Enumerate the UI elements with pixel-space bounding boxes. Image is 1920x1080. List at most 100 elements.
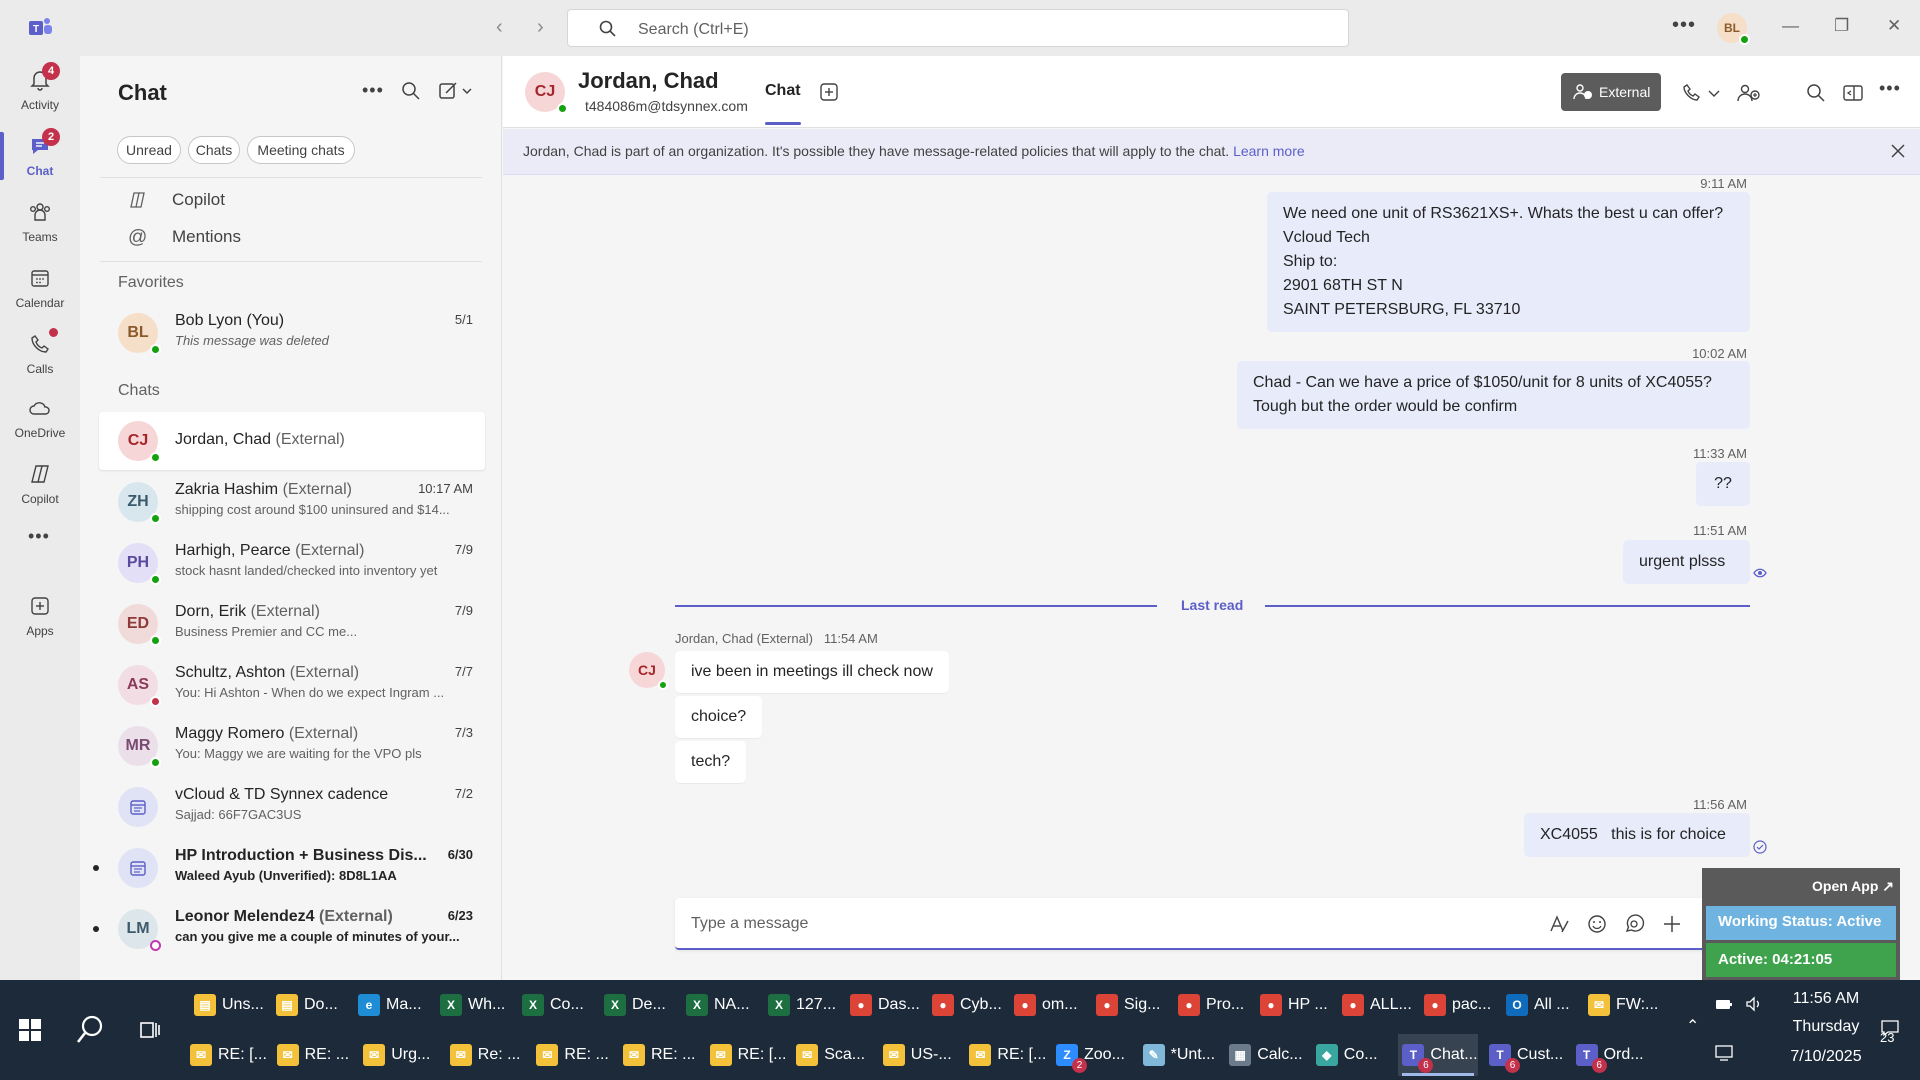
emoji-icon[interactable] — [1586, 913, 1608, 935]
message-bubble-sent[interactable]: ?? — [1696, 462, 1750, 506]
taskbar-button[interactable]: ● ALL... — [1338, 984, 1418, 1026]
task-view-icon[interactable] — [138, 1018, 162, 1042]
chat-item-bob-lyon[interactable]: BL Bob Lyon (You) 5/1 This message was d… — [99, 304, 485, 362]
taskbar-button[interactable]: ✉ US-... — [879, 1034, 959, 1076]
chat-item-maggy-romero[interactable]: MR Maggy Romero (External) 7/3 You: Magg… — [99, 717, 485, 775]
taskbar-button[interactable]: ● Pro... — [1174, 984, 1254, 1026]
rail-item-teams[interactable]: Teams — [0, 194, 80, 258]
chat-item-zakria-hashim[interactable]: ZH Zakria Hashim (External) 10:17 AM shi… — [99, 473, 485, 531]
sender-avatar[interactable]: CJ — [629, 652, 668, 690]
battery-icon[interactable] — [1714, 994, 1734, 1014]
maximize-icon[interactable]: ❐ — [1834, 16, 1849, 36]
external-button[interactable]: External — [1561, 73, 1661, 111]
windows-start-icon[interactable] — [18, 1018, 42, 1042]
message-bubble-received[interactable]: choice? — [675, 696, 763, 738]
add-attachment-icon[interactable] — [1661, 913, 1683, 935]
filter-meeting-chats[interactable]: Meeting chats — [247, 136, 355, 164]
close-window-icon[interactable]: ✕ — [1887, 16, 1901, 36]
taskbar-button[interactable]: ▤ Uns... — [190, 984, 270, 1026]
rail-item-calendar[interactable]: Calendar — [0, 260, 80, 324]
message-bubble-sent[interactable]: XC4055 this is for choice — [1524, 813, 1750, 857]
taskbar-button[interactable]: O All ... — [1502, 984, 1582, 1026]
message-bubble-sent[interactable]: We need one unit of RS3621XS+. Whats the… — [1267, 192, 1750, 332]
taskbar-button[interactable]: ✉ Sca... — [792, 1034, 872, 1076]
taskbar-button[interactable]: ✉ RE: ... — [619, 1034, 699, 1076]
learn-more-link[interactable]: Learn more — [1233, 143, 1305, 159]
chat-search-icon[interactable] — [400, 80, 422, 102]
open-app-button[interactable]: Open App ↗ — [1812, 878, 1894, 895]
taskbar-button[interactable]: ▦ Calc... — [1225, 1034, 1305, 1076]
call-icon[interactable] — [1681, 82, 1703, 104]
filter-chats[interactable]: Chats — [188, 136, 240, 164]
chat-more-options-icon[interactable]: ••• — [362, 80, 384, 102]
chat-item-vcloud-td-synnex[interactable]: vCloud & TD Synnex cadence 7/2 Sajjad: 6… — [99, 778, 485, 836]
global-search-box[interactable]: Search (Ctrl+E) — [567, 9, 1349, 47]
chat-item-harhigh-pearce[interactable]: PH Harhigh, Pearce (External) 7/9 stock … — [99, 534, 485, 592]
rail-more-apps[interactable]: ••• — [0, 522, 80, 586]
taskbar-button[interactable]: ✉ RE: ... — [273, 1034, 353, 1076]
chat-item-schultz-ashton[interactable]: AS Schultz, Ashton (External) 7/7 You: H… — [99, 656, 485, 714]
clock-time[interactable]: 11:56 AM — [1778, 990, 1874, 1008]
taskbar-button[interactable]: ✉ RE: [... — [706, 1034, 787, 1076]
taskbar-button[interactable]: ✉ FW:... — [1584, 984, 1664, 1026]
show-hidden-icons-chevron-icon[interactable]: ⌃ — [1686, 1016, 1706, 1036]
rail-item-onedrive[interactable]: OneDrive — [0, 390, 80, 454]
rail-item-apps[interactable]: Apps — [0, 588, 80, 652]
close-icon[interactable] — [1889, 142, 1907, 160]
taskbar-button[interactable]: ● Sig... — [1092, 984, 1172, 1026]
taskbar-button[interactable]: X De... — [600, 984, 680, 1026]
taskbar-button[interactable]: ● HP ... — [1256, 984, 1336, 1026]
my-avatar[interactable]: BL — [1717, 13, 1750, 45]
taskbar-button[interactable]: ✉ RE: [... — [965, 1034, 1046, 1076]
more-options-icon[interactable]: ••• — [1672, 14, 1696, 37]
taskbar-button[interactable]: X Co... — [518, 984, 598, 1026]
taskbar-button[interactable]: ✉ RE: [... — [186, 1034, 267, 1076]
taskbar-button[interactable]: ● pac... — [1420, 984, 1500, 1026]
taskbar-button[interactable]: ◆ Co... — [1312, 1034, 1392, 1076]
message-bubble-sent[interactable]: Chad - Can we have a price of $1050/unit… — [1237, 361, 1750, 429]
rail-item-copilot[interactable]: Copilot — [0, 456, 80, 520]
taskbar-button[interactable]: e Ma... — [354, 984, 434, 1026]
chevron-down-icon[interactable] — [1707, 82, 1721, 104]
taskbar-button[interactable]: ✉ Urg... — [359, 1034, 439, 1076]
rail-item-chat[interactable]: 2 Chat — [0, 128, 80, 192]
rail-item-calls[interactable]: Calls — [0, 326, 80, 390]
taskbar-button[interactable]: T 6 Ord... — [1572, 1034, 1652, 1076]
chats-header[interactable]: Chats — [118, 382, 160, 400]
taskbar-button[interactable]: Z 2 Zoo... — [1052, 1034, 1132, 1076]
contact-name[interactable]: Jordan, Chad — [578, 68, 719, 94]
taskbar-button[interactable]: ● Das... — [846, 984, 926, 1026]
chat-item-leonor-melendez[interactable]: LM Leonor Melendez4 (External) 6/23 can … — [93, 900, 485, 958]
format-icon[interactable] — [1548, 913, 1570, 935]
tab-chat[interactable]: Chat — [765, 82, 801, 100]
new-chat-icon[interactable] — [438, 80, 474, 102]
taskbar-button[interactable]: ▤ Do... — [272, 984, 352, 1026]
forward-arrow-icon[interactable]: › — [537, 16, 544, 39]
favorites-header[interactable]: Favorites — [118, 274, 184, 292]
working-status-indicator[interactable]: Working Status: Active — [1706, 906, 1896, 940]
chat-item-hp-introduction[interactable]: HP Introduction + Business Dis... 6/30 W… — [93, 839, 485, 897]
add-tab-icon[interactable] — [819, 82, 839, 102]
volume-icon[interactable] — [1744, 994, 1764, 1014]
back-arrow-icon[interactable]: ‹ — [496, 16, 503, 39]
taskbar-button[interactable]: X 127... — [764, 984, 844, 1026]
rail-item-activity[interactable]: 4 Activity — [0, 62, 80, 126]
minimize-icon[interactable]: — — [1782, 16, 1799, 36]
message-bubble-received[interactable]: tech? — [675, 741, 747, 783]
message-bubble-sent[interactable]: urgent plsss — [1623, 540, 1750, 584]
taskbar-button[interactable]: X NA... — [682, 984, 762, 1026]
taskbar-button[interactable]: ● Cyb... — [928, 984, 1008, 1026]
taskbar-button[interactable]: T 6 Cust... — [1485, 1034, 1565, 1076]
network-icon[interactable] — [1714, 1042, 1734, 1062]
taskbar-button[interactable]: ✉ RE: ... — [532, 1034, 612, 1076]
pop-out-icon[interactable] — [1842, 82, 1864, 104]
taskbar-search-icon[interactable] — [76, 1014, 106, 1046]
message-composer[interactable] — [675, 898, 1750, 950]
contact-avatar[interactable]: CJ — [525, 72, 568, 114]
taskbar-button[interactable]: T 6 Chat... — [1398, 1034, 1479, 1076]
loop-component-icon[interactable] — [1623, 913, 1645, 935]
message-input[interactable] — [691, 908, 1491, 940]
message-bubble-received[interactable]: ive been in meetings ill check now — [675, 651, 949, 693]
filter-unread[interactable]: Unread — [117, 136, 181, 164]
people-icon[interactable] — [1736, 82, 1762, 104]
